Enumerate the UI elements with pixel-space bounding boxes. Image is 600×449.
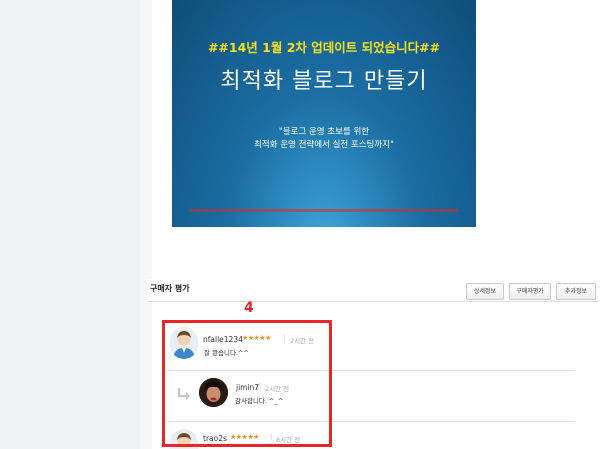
left-margin-panel (0, 0, 140, 449)
tab-details[interactable]: 상세정보 (466, 283, 504, 300)
banner-title: 최적화 블로그 만들기 (220, 69, 428, 94)
banner-subtitle-line2: 최적화 운영 전략에서 실전 포스팅까지" (254, 140, 394, 150)
banner-fine-print (182, 208, 466, 215)
banner-fine-print-graphic (190, 209, 458, 212)
review-section-title: 구매자 평가 (150, 284, 190, 293)
tab-additional-info[interactable]: 추가정보 (556, 283, 596, 300)
tab-buyer-reviews[interactable]: 구매자평가 (509, 283, 551, 300)
banner-subtitle-line1: "블로그 운영 초보를 위한 (278, 127, 370, 137)
left-margin-edge (140, 0, 152, 449)
section-divider (148, 301, 598, 302)
highlight-box (162, 320, 332, 447)
product-banner-image: ##14년 1월 2차 업데이트 되었습니다## 최적화 블로그 만들기 "블로… (172, 0, 476, 227)
annotation-number: 4 (244, 300, 254, 316)
banner-update-notice: ##14년 1월 2차 업데이트 되었습니다## (207, 40, 441, 55)
